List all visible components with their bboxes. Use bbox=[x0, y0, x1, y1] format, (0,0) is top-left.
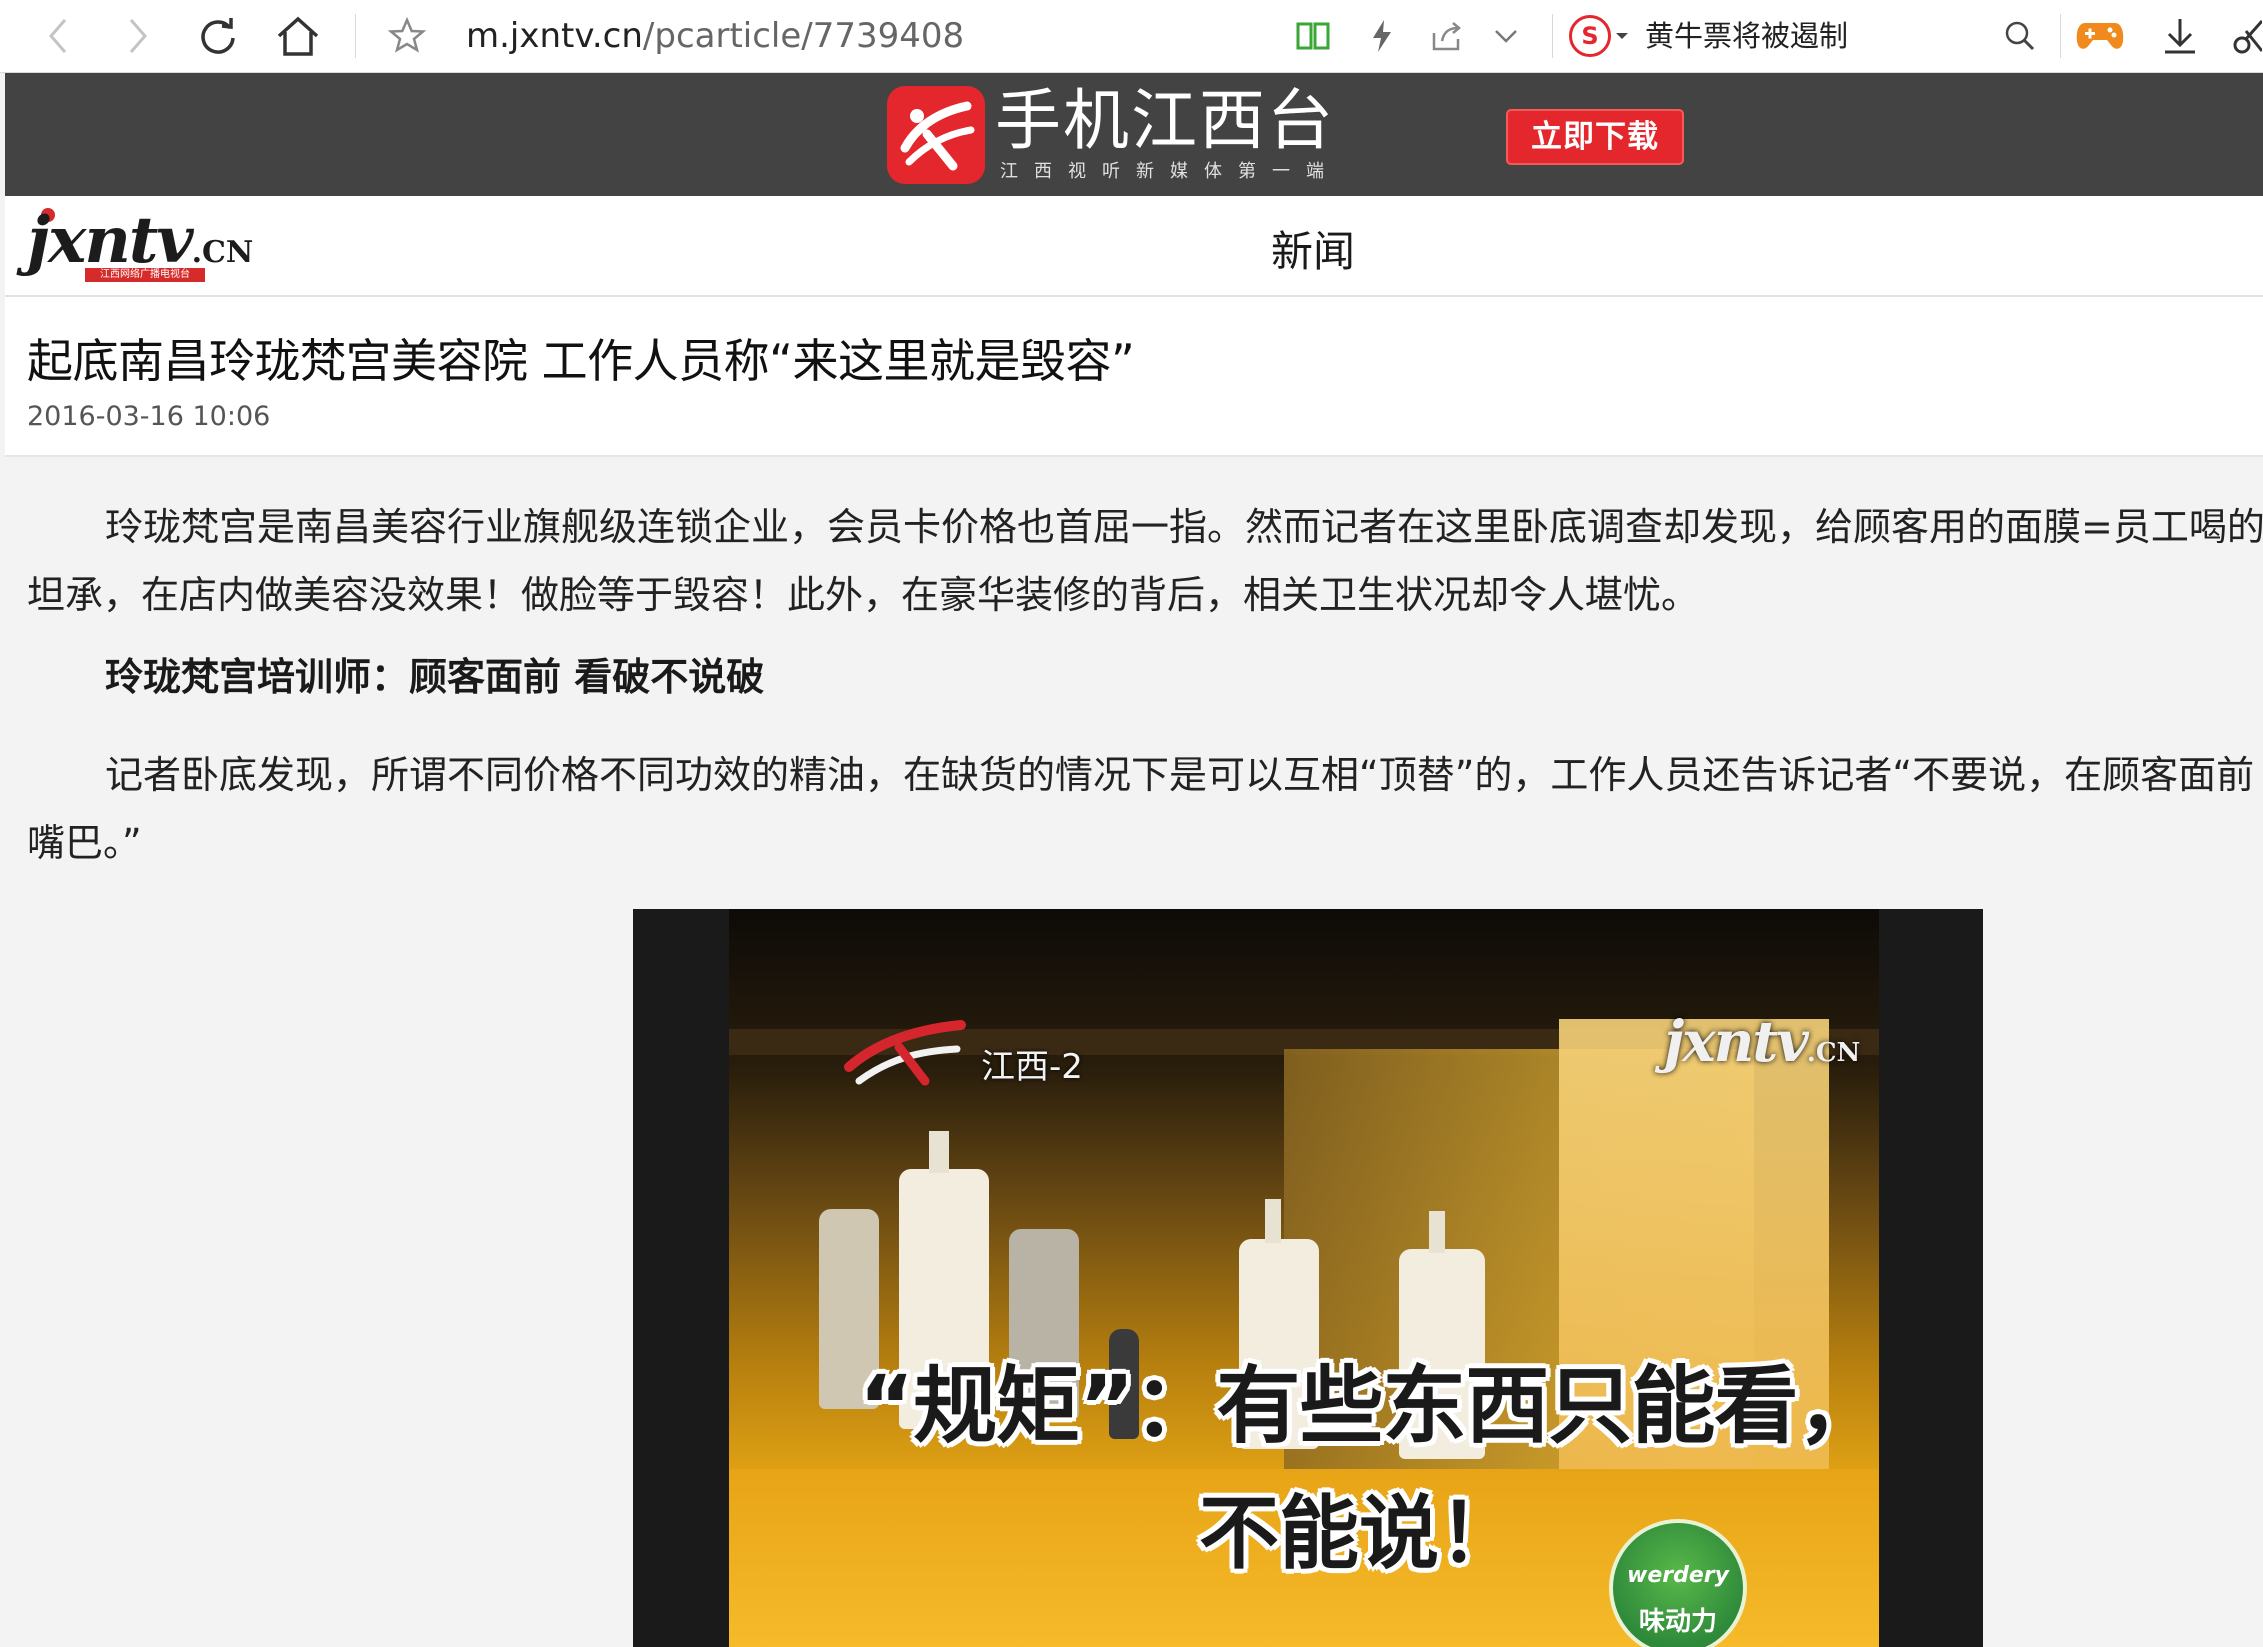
paragraph-text: 玲珑梵宫是南昌美容行业旗舰级连锁企业，会员卡价格也首屈一指。然而记者在这里卧底调… bbox=[105, 505, 2263, 549]
sponsor-bottom-text: 味动力 bbox=[1638, 1607, 1717, 1637]
site-logo-suffix: .CN bbox=[191, 235, 254, 270]
search-engine-selector[interactable]: S bbox=[1566, 0, 1632, 72]
article-date: 2016-03-16 10:06 bbox=[27, 401, 271, 432]
app-download-banner: 手机江西台 江西视听新媒体第一端 立即下载 bbox=[5, 73, 2263, 196]
app-tagline: 江西视听新媒体第一端 bbox=[1000, 161, 1340, 182]
toolbar-divider bbox=[1552, 14, 1553, 58]
site-header: jxntv.CN 江西网络广播电视台 新闻 bbox=[5, 196, 2263, 297]
article-header: 起底南昌玲珑梵宫美容院 工作人员称“来这里就是毁容” 2016-03-16 10… bbox=[5, 297, 2263, 457]
lightning-icon[interactable] bbox=[1362, 0, 1402, 72]
article-paragraph: 记者卧底发现，所谓不同价格不同功效的精油，在缺货的情况下是可以互相“顶替”的，工… bbox=[27, 741, 2263, 809]
chevron-down-icon[interactable] bbox=[1486, 0, 1526, 72]
forward-icon[interactable] bbox=[110, 0, 166, 72]
article-paragraph: 嘴巴。” bbox=[27, 809, 2263, 877]
channel-name: 江西-2 bbox=[981, 1047, 1083, 1087]
home-icon[interactable] bbox=[268, 0, 328, 72]
article-title: 起底南昌玲珑梵宫美容院 工作人员称“来这里就是毁容” bbox=[27, 334, 1135, 388]
scissors-icon[interactable] bbox=[2228, 0, 2263, 72]
toolbar-divider bbox=[2060, 14, 2061, 58]
search-icon[interactable] bbox=[1998, 0, 2042, 72]
address-bar[interactable]: m.jxntv.cn/pcarticle/7739408 bbox=[466, 0, 964, 72]
paragraph-text: 记者卧底发现，所谓不同价格不同功效的精油，在缺货的情况下是可以互相“顶替”的，工… bbox=[105, 753, 2255, 797]
sogou-s-icon: S bbox=[1569, 15, 1611, 57]
article-subheading: 玲珑梵宫培训师：顾客面前 看破不说破 bbox=[27, 643, 2263, 711]
article-paragraph: 玲珑梵宫是南昌美容行业旗舰级连锁企业，会员卡价格也首屈一指。然而记者在这里卧底调… bbox=[27, 493, 2263, 561]
sponsor-top-text: werdery bbox=[1627, 1563, 1729, 1588]
site-logo[interactable]: jxntv.CN bbox=[27, 203, 254, 278]
bottle-cap-shape bbox=[1265, 1199, 1281, 1243]
site-logo-subtitle: 江西网络广播电视台 bbox=[85, 268, 205, 282]
reader-mode-icon[interactable] bbox=[1293, 0, 1333, 72]
download-app-button[interactable]: 立即下载 bbox=[1506, 109, 1684, 165]
video-subtitle-line-2: 不能说！ bbox=[1199, 1487, 1519, 1580]
app-name: 手机江西台 bbox=[995, 82, 1335, 159]
video-light-panel bbox=[1559, 1019, 1829, 1539]
browser-toolbar: m.jxntv.cn/pcarticle/7739408 S 黄牛票将被遏制 bbox=[0, 0, 2263, 73]
channel-logo-icon bbox=[839, 1019, 969, 1089]
subheading-text: 玲珑梵宫培训师：顾客面前 看破不说破 bbox=[105, 655, 765, 699]
watermark-suffix: .CN bbox=[1806, 1038, 1861, 1068]
url-host: m.jxntv.cn bbox=[466, 16, 643, 56]
news-ticker[interactable]: 黄牛票将被遏制 bbox=[1645, 0, 1848, 72]
article-video[interactable]: 江西-2 jxntv.CN “规矩”：有些东西只能看， 不能说！ werdery… bbox=[633, 909, 1983, 1647]
bookmark-star-icon[interactable] bbox=[382, 0, 432, 72]
watermark-text: jxntv bbox=[1664, 1009, 1809, 1075]
video-watermark: jxntv.CN bbox=[1664, 1009, 1860, 1075]
toolbar-divider bbox=[355, 14, 356, 58]
bottle-cap-shape bbox=[929, 1131, 949, 1173]
video-frame: 江西-2 jxntv.CN “规矩”：有些东西只能看， 不能说！ werdery… bbox=[729, 909, 1879, 1647]
video-subtitle-line-1: “规矩”：有些东西只能看， bbox=[859, 1357, 1879, 1455]
url-path: /pcarticle/7739408 bbox=[642, 16, 965, 56]
download-icon[interactable] bbox=[2158, 0, 2202, 72]
paragraph-text: 嘴巴。” bbox=[27, 821, 142, 865]
back-icon[interactable] bbox=[30, 0, 86, 72]
nav-item-news[interactable]: 新闻 bbox=[1271, 218, 1355, 279]
article-paragraph: 坦承，在店内做美容没效果！做脸等于毁容！此外，在豪华装修的背后，相关卫生状况却令… bbox=[27, 561, 2263, 629]
site-logo-text: jxntv bbox=[27, 203, 194, 278]
paragraph-text: 坦承，在店内做美容没效果！做脸等于毁容！此外，在豪华装修的背后，相关卫生状况却令… bbox=[27, 573, 1700, 617]
sponsor-badge: werdery 味动力 bbox=[1609, 1519, 1747, 1647]
gamepad-icon[interactable] bbox=[2072, 0, 2128, 72]
share-icon[interactable] bbox=[1424, 0, 1468, 72]
caret-down-icon bbox=[1616, 33, 1628, 39]
bottle-cap-shape bbox=[1429, 1211, 1445, 1253]
reload-icon[interactable] bbox=[190, 0, 246, 72]
app-logo-icon[interactable] bbox=[887, 86, 985, 184]
